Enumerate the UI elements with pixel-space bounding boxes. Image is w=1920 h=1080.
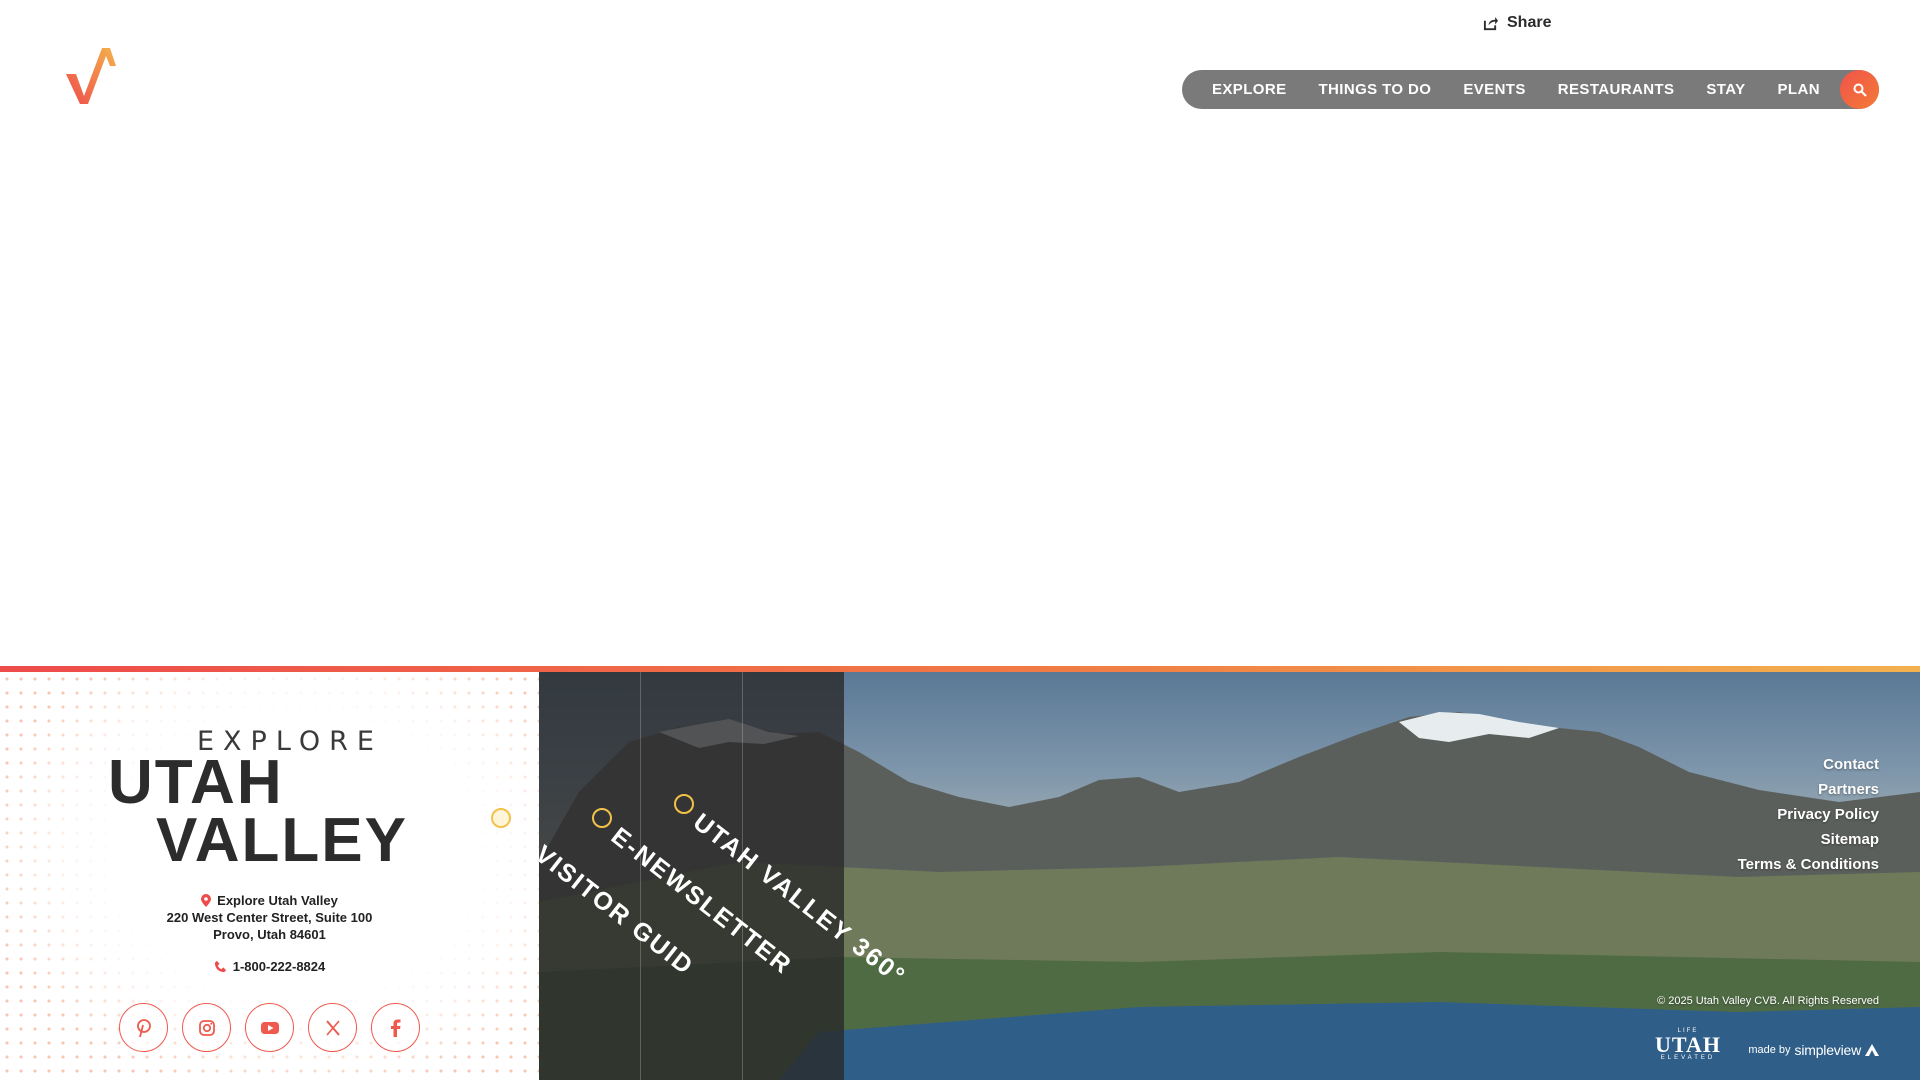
life-elevated-logo[interactable]: LIFE UTAH ELEVATED xyxy=(1652,1028,1724,1062)
nav-item-events[interactable]: EVENTS xyxy=(1463,81,1525,98)
made-by-prefix: made by xyxy=(1748,1044,1791,1056)
newsletter-badge-icon xyxy=(674,794,694,814)
pinterest-button[interactable] xyxy=(119,1003,168,1052)
x-icon xyxy=(325,1019,340,1036)
share-label: Share xyxy=(1507,14,1552,31)
address-city: Provo, Utah 84601 xyxy=(213,927,326,942)
copyright-text: © 2025 Utah Valley CVB. All Rights Reser… xyxy=(1657,995,1879,1007)
nav-item-restaurants[interactable]: RESTAURANTS xyxy=(1558,81,1675,98)
youtube-icon xyxy=(260,1021,279,1034)
footer-info: EXPLORE UTAH VALLEY Explore Utah Valley … xyxy=(0,672,539,1080)
nav-item-stay[interactable]: STAY xyxy=(1706,81,1745,98)
phone-number: 1-800-222-8824 xyxy=(232,959,326,974)
phone-link[interactable]: 1-800-222-8824 xyxy=(0,959,539,974)
footer-link-sitemap[interactable]: Sitemap xyxy=(1738,827,1879,852)
x-twitter-button[interactable] xyxy=(308,1003,357,1052)
youtube-button[interactable] xyxy=(245,1003,294,1052)
instagram-icon xyxy=(198,1019,215,1036)
footer-logo[interactable]: EXPLORE UTAH VALLEY xyxy=(108,726,428,872)
instagram-button[interactable] xyxy=(182,1003,231,1052)
pinterest-icon xyxy=(136,1018,151,1037)
facebook-button[interactable] xyxy=(371,1003,420,1052)
location-pin-icon xyxy=(201,894,212,907)
bookmark-badge-icon[interactable] xyxy=(491,808,511,828)
footer-link-contact[interactable]: Contact xyxy=(1738,752,1879,777)
footer-links: Contact Partners Privacy Policy Sitemap … xyxy=(1738,752,1879,877)
facebook-icon xyxy=(390,1019,400,1037)
nav-item-explore[interactable]: EXPLORE xyxy=(1212,81,1286,98)
nav-item-things-to-do[interactable]: THINGS TO DO xyxy=(1318,81,1431,98)
logo-valley-text: VALLEY xyxy=(156,806,408,875)
simpleview-logo-icon xyxy=(1865,1044,1879,1056)
search-icon xyxy=(1853,83,1867,97)
site-logo-icon[interactable] xyxy=(64,44,120,110)
nav-item-plan[interactable]: PLAN xyxy=(1778,81,1820,98)
address-name: Explore Utah Valley xyxy=(217,893,338,908)
footer-link-terms[interactable]: Terms & Conditions xyxy=(1738,852,1879,877)
share-button[interactable]: Share xyxy=(1483,14,1551,32)
search-button[interactable] xyxy=(1840,70,1879,109)
logo-utah-text: UTAH xyxy=(108,748,284,817)
address-street: 220 West Center Street, Suite 100 xyxy=(166,910,373,925)
page: Share EXPLORE THINGS TO DO EVENTS RESTAU… xyxy=(0,0,1920,1080)
visitor-guide-badge-icon xyxy=(592,808,612,828)
footer-link-privacy-policy[interactable]: Privacy Policy xyxy=(1738,802,1879,827)
footer-link-partners[interactable]: Partners xyxy=(1738,777,1879,802)
footer-hero: VISITOR GUID E-NEWSLETTER UTAH VALLEY 36… xyxy=(539,672,1920,1080)
made-by-simpleview[interactable]: made by simpleview xyxy=(1748,1042,1879,1058)
life-elevated-bottom: ELEVATED xyxy=(1660,1055,1716,1061)
main-nav: EXPLORE THINGS TO DO EVENTS RESTAURANTS … xyxy=(1182,70,1879,109)
simpleview-brand: simpleview xyxy=(1794,1042,1862,1058)
social-links xyxy=(119,1003,420,1052)
share-icon xyxy=(1483,16,1498,30)
phone-icon xyxy=(214,960,226,973)
address-block: Explore Utah Valley 220 West Center Stre… xyxy=(0,892,539,943)
life-elevated-main: UTAH xyxy=(1655,1032,1721,1057)
